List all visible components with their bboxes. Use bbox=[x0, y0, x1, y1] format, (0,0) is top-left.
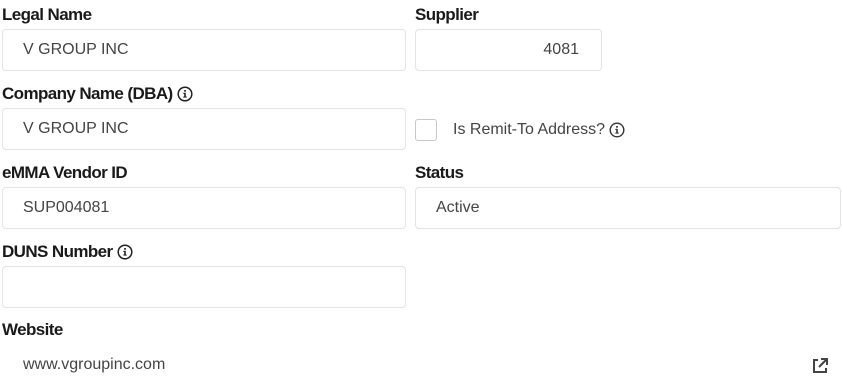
emma-vendor-id-value: SUP004081 bbox=[23, 199, 110, 216]
emma-vendor-id-label: eMMA Vendor ID bbox=[2, 163, 128, 183]
supplier-details-form: Legal Name V GROUP INC Supplier 4081 Com… bbox=[0, 0, 842, 385]
duns-number-field[interactable] bbox=[2, 266, 406, 308]
remit-to-label-text: Is Remit-To Address? bbox=[453, 121, 606, 138]
website-label: Website bbox=[2, 320, 63, 340]
supplier-value: 4081 bbox=[543, 41, 579, 58]
status-label: Status bbox=[415, 163, 464, 183]
external-link-icon[interactable] bbox=[810, 356, 830, 376]
company-name-field[interactable]: V GROUP INC bbox=[2, 108, 406, 150]
info-circle-icon[interactable] bbox=[116, 244, 133, 260]
company-name-label-text: Company Name (DBA) bbox=[2, 84, 173, 103]
supplier-label-text: Supplier bbox=[415, 5, 479, 24]
duns-number-label: DUNS Number bbox=[2, 242, 133, 262]
legal-name-label-text: Legal Name bbox=[2, 5, 92, 24]
status-field[interactable]: Active bbox=[415, 187, 841, 229]
company-name-label: Company Name (DBA) bbox=[2, 84, 193, 104]
info-circle-icon[interactable] bbox=[177, 86, 193, 102]
status-label-text: Status bbox=[415, 163, 464, 182]
emma-vendor-id-label-text: eMMA Vendor ID bbox=[2, 163, 128, 182]
website-value: www.vgroupinc.com bbox=[23, 356, 166, 373]
remit-to-label: Is Remit-To Address? bbox=[453, 119, 625, 141]
supplier-field[interactable]: 4081 bbox=[415, 29, 602, 71]
legal-name-field[interactable]: V GROUP INC bbox=[2, 29, 406, 71]
legal-name-value: V GROUP INC bbox=[23, 41, 129, 58]
duns-number-label-text: DUNS Number bbox=[2, 242, 113, 261]
company-name-value: V GROUP INC bbox=[23, 120, 129, 137]
status-value: Active bbox=[436, 199, 480, 216]
supplier-label: Supplier bbox=[415, 5, 479, 25]
website-field[interactable]: www.vgroupinc.com bbox=[2, 344, 841, 385]
remit-to-checkbox[interactable] bbox=[415, 119, 437, 141]
emma-vendor-id-field[interactable]: SUP004081 bbox=[2, 187, 406, 229]
website-label-text: Website bbox=[2, 320, 63, 339]
legal-name-label: Legal Name bbox=[2, 5, 92, 25]
info-circle-icon[interactable] bbox=[609, 122, 625, 138]
